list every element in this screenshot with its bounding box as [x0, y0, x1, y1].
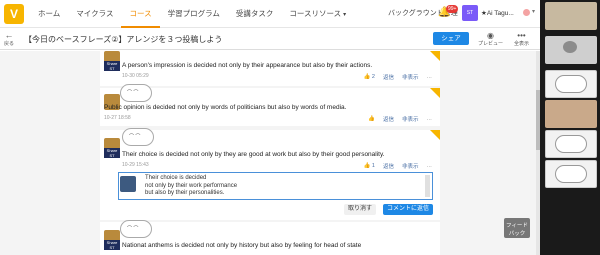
cloud-avatar-icon — [120, 84, 152, 102]
thumbs-up-icon: 👍 — [368, 116, 375, 122]
page-title: 【今日のベースフレーズ②】アレンジを３つ投稿しよう — [24, 35, 223, 44]
avatar-label: Share ST — [104, 148, 120, 158]
reply-button[interactable]: 返信 — [383, 115, 394, 123]
back-button[interactable]: ← 戻る — [4, 30, 15, 48]
reply-scrollbar[interactable] — [425, 175, 430, 197]
preview-label: プレビュー — [478, 41, 504, 47]
preview-button[interactable]: ◉ プレビュー — [478, 31, 503, 47]
feedback-label: フィード バック — [506, 223, 528, 237]
cloud-avatar-icon — [122, 128, 154, 146]
corner-flag-icon — [430, 51, 440, 61]
main-nav: ホーム マイクラス コース 学習プログラム 受講タスク コースリソース ▾ — [30, 0, 354, 28]
arrow-left-icon: ← — [4, 30, 14, 40]
video-tile[interactable] — [545, 70, 597, 98]
share-button[interactable]: シェア — [433, 32, 469, 45]
corner-flag-icon — [430, 88, 440, 98]
video-tile[interactable] — [545, 130, 597, 158]
top-nav-bar: V ホーム マイクラス コース 学習プログラム 受講タスク コースリソース ▾ バ… — [0, 0, 540, 28]
page-title-bar: ← 戻る 【今日のベースフレーズ②】アレンジを３つ投稿しよう シェア ◉ プレビ… — [0, 28, 540, 50]
back-label: 戻る — [4, 41, 15, 47]
nav-item-my-class[interactable]: マイクラス — [68, 0, 121, 28]
cloud-avatar-icon — [555, 165, 587, 183]
chevron-down-icon[interactable]: ▾ — [532, 8, 535, 15]
eye-icon: ◉ — [487, 31, 494, 40]
post-text: Nationat anthems is decided not only by … — [122, 242, 362, 249]
nav-item-resources[interactable]: コースリソース ▾ — [281, 0, 354, 28]
hide-button[interactable]: 非表示 — [402, 115, 419, 123]
nav-resources-label: コースリソース — [289, 9, 342, 18]
post-date: 10-27 18:58 — [104, 115, 131, 121]
more-button[interactable]: … — [427, 163, 433, 169]
like-button[interactable]: 👍 2 — [364, 74, 375, 80]
more-button[interactable]: … — [427, 116, 433, 122]
like-button[interactable]: 👍 — [368, 116, 375, 122]
reply-line: not only by their work performance — [145, 182, 238, 189]
post-date: 10-30 05:29 — [122, 73, 149, 79]
list-item: Share ST A person's impression is decide… — [100, 51, 440, 86]
avatar[interactable]: ST — [462, 5, 478, 21]
like-count: 2 — [371, 74, 375, 80]
nav-item-tasks[interactable]: 受講タスク — [228, 0, 282, 28]
cloud-avatar-icon — [555, 75, 587, 93]
chevron-down-icon: ▾ — [343, 12, 347, 18]
more-icon: ••• — [517, 31, 526, 40]
reply-line: but also by their personalities. — [145, 190, 225, 196]
post-actions: 👍 返信 非表示 … — [368, 115, 432, 123]
reply-textarea[interactable]: Their choice is decided not only by thei… — [118, 172, 433, 200]
cancel-button[interactable]: 取り消す — [344, 204, 376, 215]
avatar-placeholder-icon — [563, 41, 577, 53]
post-date: 10-29 15:43 — [122, 162, 149, 168]
post-actions: 👍 2 返信 非表示 … — [364, 73, 432, 81]
status-dot-icon — [523, 9, 530, 16]
like-count: 1 — [371, 163, 375, 169]
video-tile[interactable] — [545, 100, 597, 128]
thumbs-up-icon: 👍 — [363, 163, 371, 169]
avatar-label: Share ST — [104, 240, 120, 250]
fullscreen-label: 全表示 — [514, 41, 530, 47]
nav-item-home[interactable]: ホーム — [30, 0, 68, 28]
nav-item-course[interactable]: コース — [121, 0, 160, 28]
post-text: Public opinion is decided not only by wo… — [104, 104, 347, 111]
avatar — [120, 176, 136, 192]
cloud-avatar-icon — [120, 220, 152, 238]
avatar-label: Share ST — [104, 61, 120, 71]
feedback-button[interactable]: フィード バック — [504, 218, 530, 238]
cloud-avatar-icon — [555, 135, 587, 153]
thumbs-up-icon: 👍 — [363, 74, 371, 80]
reply-button[interactable]: 返信 — [383, 73, 394, 81]
video-tile[interactable] — [545, 36, 597, 64]
app-logo-icon[interactable]: V — [4, 4, 24, 24]
reply-button[interactable]: 返信 — [383, 162, 394, 170]
more-button[interactable]: … — [427, 74, 433, 80]
hide-button[interactable]: 非表示 — [402, 73, 419, 81]
hide-button[interactable]: 非表示 — [402, 162, 419, 170]
notification-badge: 99+ — [446, 5, 459, 13]
post-text: A person's impression is decided not onl… — [122, 62, 373, 69]
like-button[interactable]: 👍 1 — [364, 163, 375, 169]
post-text: Their choice is decided not only by they… — [122, 151, 385, 158]
list-item: Public opinion is decided not only by wo… — [100, 84, 440, 126]
submit-reply-button[interactable]: コメントに返信 — [383, 204, 433, 215]
post-actions: 👍 1 返信 非表示 … — [364, 162, 432, 170]
corner-flag-icon — [430, 130, 440, 140]
reply-line: Their choice is decided — [145, 175, 207, 181]
fullscreen-button[interactable]: ••• 全表示 — [514, 31, 529, 47]
user-name[interactable]: ★Ai Tagu... — [481, 9, 514, 17]
nav-item-program[interactable]: 学習プログラム — [160, 0, 228, 28]
video-tile[interactable] — [545, 2, 597, 30]
video-tile[interactable] — [545, 160, 597, 188]
list-item: Share ST Nationat anthems is decided not… — [100, 220, 440, 255]
